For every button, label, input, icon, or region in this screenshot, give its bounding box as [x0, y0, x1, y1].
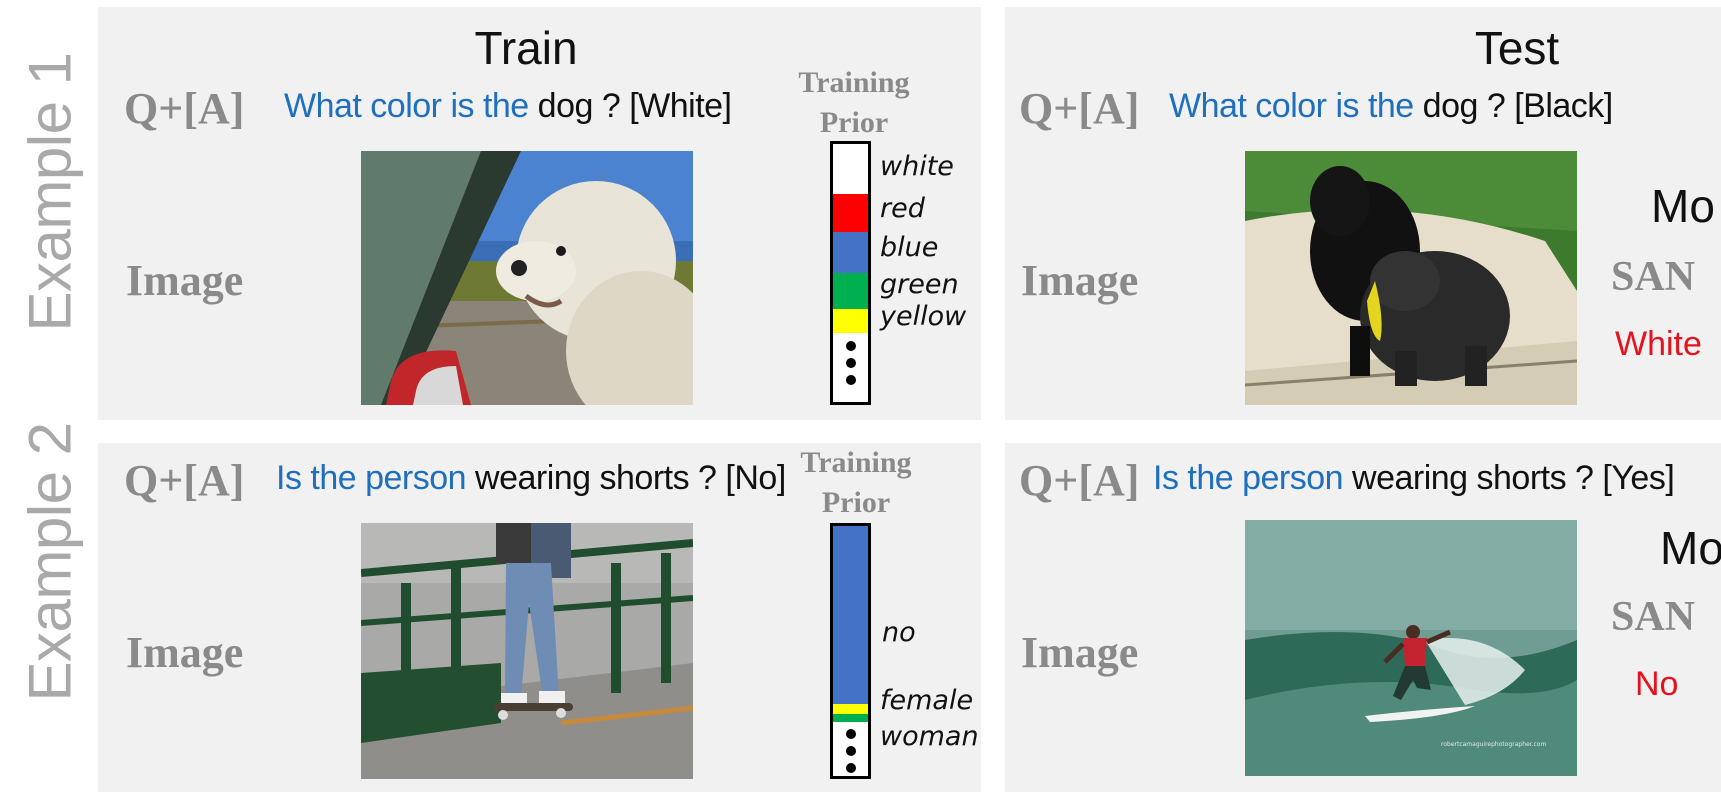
qa-label: Q+[A] — [1019, 84, 1140, 133]
image-label: Image — [1021, 256, 1139, 305]
question-prefix: What color is the — [1169, 87, 1414, 125]
model-header: Mo — [1660, 522, 1721, 574]
prior-label-female: female — [880, 685, 974, 716]
skateboarder-photo — [361, 523, 693, 779]
prior-label-green: green — [880, 269, 959, 300]
photo-watermark: robertcamaguirephotographer.com — [1441, 741, 1546, 748]
prior-segment-no — [833, 526, 868, 704]
prior-title: Training Prior — [776, 443, 936, 523]
ellipsis-dot — [845, 358, 856, 368]
ellipsis-dot — [845, 746, 856, 756]
prior-bar — [830, 141, 871, 405]
ellipsis-dot — [845, 341, 856, 351]
prior-label-yellow: yellow — [880, 301, 967, 332]
row-label-example-2: Example 2 — [16, 422, 84, 702]
prior-title-line1: Training — [798, 66, 910, 99]
prior-label-blue: blue — [880, 232, 939, 263]
surfer-photo: robertcamaguirephotographer.com — [1245, 520, 1577, 776]
ellipsis-dot — [845, 763, 856, 773]
question-text: Is the person wearing shorts ? [Yes] — [1153, 459, 1675, 498]
san-label: SAN — [1611, 254, 1696, 300]
train-header: Train — [474, 22, 578, 74]
prior-segment-blue — [833, 232, 868, 273]
image-label: Image — [126, 628, 244, 677]
image-label: Image — [126, 256, 244, 305]
prior-bar — [830, 523, 871, 779]
prior-title: Training Prior — [774, 63, 934, 143]
question-rest: dog ? [Black] — [1413, 87, 1614, 125]
example1-train-panel: Train Q+[A] What color is the dog ? [Whi… — [98, 7, 981, 420]
prior-label-woman: woman — [880, 721, 979, 752]
question-rest: wearing shorts ? [No] — [466, 459, 786, 497]
san-prediction: No — [1635, 665, 1679, 703]
san-label: SAN — [1611, 594, 1696, 640]
question-text: Is the person wearing shorts ? [No] — [276, 459, 786, 498]
qa-label: Q+[A] — [124, 84, 245, 133]
ellipsis-dot — [845, 729, 856, 739]
example2-train-panel: Q+[A] Is the person wearing shorts ? [No… — [98, 443, 981, 792]
prior-segment-female — [833, 704, 868, 714]
prior-label-white: white — [880, 151, 954, 182]
question-prefix: What color is the — [284, 87, 529, 125]
ellipsis-dot — [845, 375, 856, 385]
prior-label-no: no — [882, 617, 916, 648]
prior-title-line2: Prior — [821, 486, 891, 519]
prior-segment-green — [833, 273, 868, 309]
row-label-example-1: Example 1 — [16, 52, 84, 332]
question-text: What color is the dog ? [Black] — [1169, 87, 1613, 126]
prior-segment-woman — [833, 714, 868, 722]
prior-segment-yellow — [833, 309, 868, 333]
white-dog-photo — [361, 151, 693, 405]
qa-label: Q+[A] — [1019, 456, 1140, 505]
prior-title-line2: Prior — [819, 106, 889, 139]
test-header: Test — [1474, 22, 1560, 74]
example1-test-panel: Test Q+[A] What color is the dog ? [Blac… — [1005, 7, 1721, 420]
question-prefix: Is the person — [1153, 459, 1344, 497]
example2-test-panel: Q+[A] Is the person wearing shorts ? [Ye… — [1005, 443, 1721, 792]
prior-segment-white — [833, 144, 868, 194]
prior-label-red: red — [880, 193, 925, 224]
image-label: Image — [1021, 628, 1139, 677]
question-rest: wearing shorts ? [Yes] — [1343, 459, 1675, 497]
prior-segment-red — [833, 194, 868, 232]
model-header: Mo — [1651, 180, 1715, 232]
question-rest: dog ? [White] — [528, 87, 732, 125]
question-text: What color is the dog ? [White] — [284, 87, 732, 126]
qa-label: Q+[A] — [124, 456, 245, 505]
question-prefix: Is the person — [276, 459, 467, 497]
san-prediction: White — [1615, 325, 1702, 363]
black-dogs-photo — [1245, 151, 1577, 405]
prior-title-line1: Training — [800, 446, 912, 479]
